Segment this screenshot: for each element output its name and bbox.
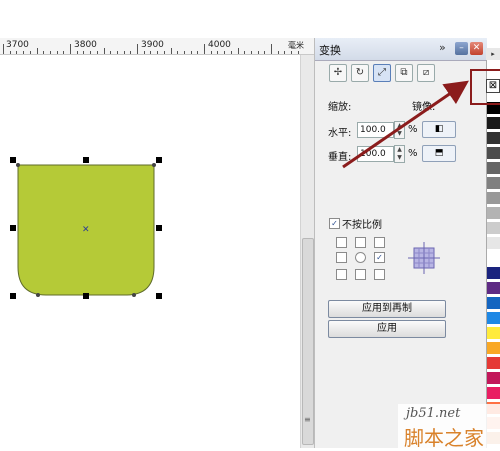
annotation-arrow <box>342 80 469 169</box>
watermark: jb51.net 脚本之家 <box>398 404 500 450</box>
watermark-url: jb51.net <box>406 406 461 421</box>
watermark-name: 脚本之家 <box>404 426 484 450</box>
no-color-swatch-icon[interactable]: ⊠ <box>486 79 500 93</box>
